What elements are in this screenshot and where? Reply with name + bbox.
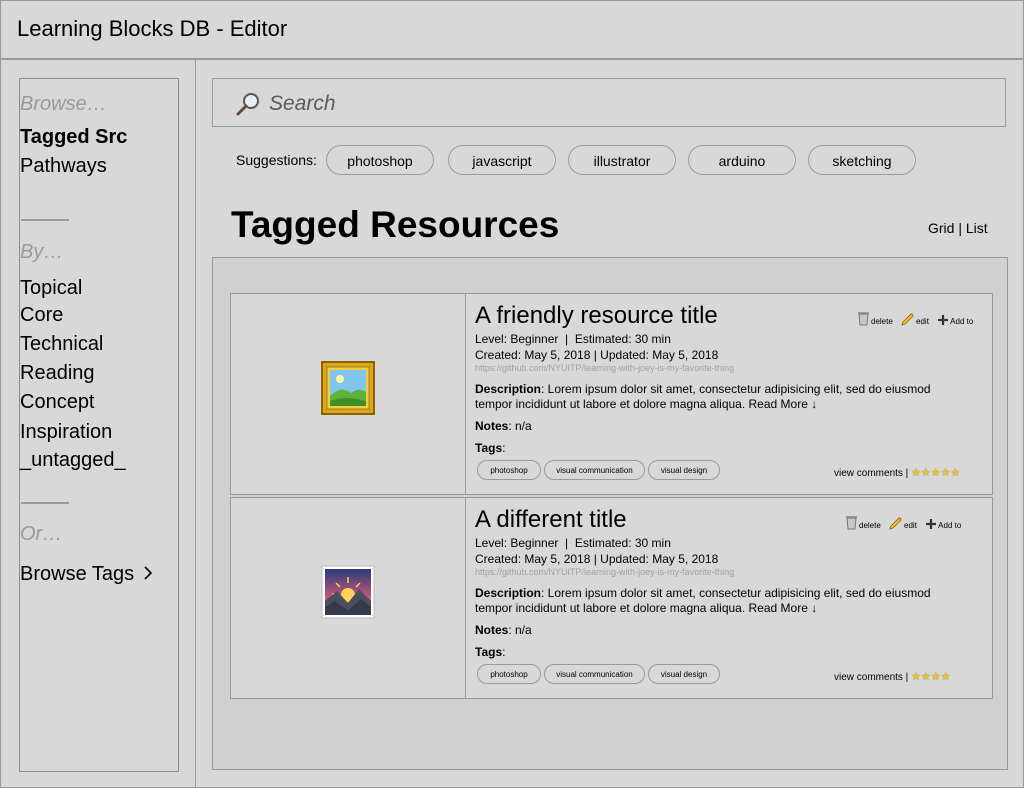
resource-card: A different title Level: Beginner | Esti…	[230, 497, 993, 699]
sidebar-item-untagged[interactable]: _untagged_	[20, 449, 126, 472]
or-heading: Or…	[20, 523, 63, 545]
edit-button[interactable]: edit	[901, 312, 929, 326]
sidebar-item-tagged-src[interactable]: Tagged Src	[20, 126, 127, 149]
resource-thumbnail[interactable]	[231, 498, 466, 698]
sidebar-item-core[interactable]: Core	[20, 304, 63, 327]
resource-card: A friendly resource title Level: Beginne…	[230, 293, 993, 495]
suggestion-chip[interactable]: arduino	[688, 145, 796, 175]
resource-notes: Notes: n/a	[475, 623, 532, 637]
trash-icon	[858, 312, 869, 326]
suggestions-label: Suggestions:	[236, 152, 317, 168]
star-rating: ★★★★★	[911, 467, 961, 479]
resource-comments: view comments | ★★★★	[834, 670, 951, 683]
resource-url[interactable]: https://github.com/NYUITP/learning-with-…	[475, 363, 734, 373]
browse-heading: Browse…	[20, 93, 107, 115]
edit-label: edit	[916, 317, 929, 326]
view-comments-link[interactable]: view comments |	[834, 468, 911, 479]
resource-comments: view comments | ★★★★★	[834, 466, 960, 479]
search-input[interactable]: Search	[212, 78, 1006, 127]
tags-label: Tags	[475, 441, 503, 455]
add-to-label: Add to	[938, 521, 962, 530]
description-label: Description	[475, 586, 542, 600]
tags-colon: :	[502, 441, 506, 455]
pencil-icon	[889, 517, 903, 530]
sidebar-item-inspiration[interactable]: Inspiration	[20, 421, 112, 444]
resource-actions: delete edit Add to	[857, 311, 979, 328]
search-icon	[236, 93, 259, 116]
delete-label: delete	[859, 521, 881, 530]
resource-actions: delete edit Add to	[845, 515, 967, 532]
resource-description: Description: Lorem ipsum dolor sit amet,…	[475, 382, 955, 412]
resource-level: Level: Beginner | Estimated: 30 min	[475, 536, 671, 550]
resource-tags-label: Tags:	[475, 645, 505, 659]
search-placeholder: Search	[269, 92, 336, 115]
tag-chip[interactable]: visual design	[648, 664, 720, 684]
delete-button[interactable]: delete	[845, 515, 881, 530]
notes-label: Notes	[475, 419, 509, 433]
resource-level: Level: Beginner | Estimated: 30 min	[475, 332, 671, 346]
add-to-label: Add to	[950, 317, 974, 326]
title-bar: Learning Blocks DB - Editor	[0, 0, 1024, 60]
tag-chip[interactable]: photoshop	[477, 460, 541, 480]
sidebar-divider-rule	[21, 502, 69, 504]
resource-dates: Created: May 5, 2018 | Updated: May 5, 2…	[475, 552, 719, 566]
tags-label: Tags	[475, 645, 503, 659]
resource-url[interactable]: https://github.com/NYUITP/learning-with-…	[475, 567, 734, 577]
view-toggle: Grid | List	[928, 220, 988, 236]
tag-chip[interactable]: photoshop	[477, 664, 541, 684]
description-text: : Lorem ipsum dolor sit amet, consectetu…	[475, 382, 931, 411]
tag-chip[interactable]: visual communication	[544, 460, 645, 480]
framed-landscape-picture-icon	[321, 361, 375, 415]
sidebar-item-reading[interactable]: Reading	[20, 362, 95, 385]
browse-tags-link[interactable]: Browse Tags	[20, 563, 154, 586]
notes-text: : n/a	[508, 419, 532, 433]
suggestion-chip[interactable]: sketching	[808, 145, 916, 175]
edit-button[interactable]: edit	[889, 516, 917, 530]
sidebar-item-pathways[interactable]: Pathways	[20, 155, 107, 178]
tag-chip[interactable]: visual design	[648, 460, 720, 480]
sidebar-item-topical[interactable]: Topical	[20, 277, 82, 300]
view-separator: |	[954, 220, 966, 236]
trash-icon	[846, 516, 857, 530]
sidebar: Browse… Tagged Src Pathways By… Topical …	[19, 78, 179, 772]
resource-title[interactable]: A friendly resource title	[475, 302, 718, 330]
resource-dates: Created: May 5, 2018 | Updated: May 5, 2…	[475, 348, 719, 362]
notes-label: Notes	[475, 623, 509, 637]
app-title: Learning Blocks DB - Editor	[17, 16, 288, 41]
view-comments-link[interactable]: view comments |	[834, 672, 911, 683]
sidebar-item-concept[interactable]: Concept	[20, 391, 95, 414]
chevron-right-icon	[144, 566, 152, 580]
star-rating: ★★★★	[911, 671, 951, 683]
resource-notes: Notes: n/a	[475, 419, 532, 433]
page-title: Tagged Resources	[231, 204, 560, 245]
suggestion-chip[interactable]: photoshop	[326, 145, 434, 175]
suggestion-chip[interactable]: illustrator	[568, 145, 676, 175]
description-label: Description	[475, 382, 542, 396]
description-text: : Lorem ipsum dolor sit amet, consectetu…	[475, 586, 931, 615]
resource-description: Description: Lorem ipsum dolor sit amet,…	[475, 586, 955, 616]
list-view-link[interactable]: List	[966, 220, 988, 236]
sidebar-divider-rule	[21, 219, 69, 221]
resource-title[interactable]: A different title	[475, 506, 627, 534]
resource-thumbnail[interactable]	[231, 294, 466, 494]
delete-label: delete	[871, 317, 893, 326]
plus-icon	[938, 315, 949, 325]
add-to-button[interactable]: Add to	[937, 314, 973, 326]
suggestion-chip[interactable]: javascript	[448, 145, 556, 175]
grid-view-link[interactable]: Grid	[928, 220, 954, 236]
plus-icon	[926, 519, 937, 529]
resource-tags-label: Tags:	[475, 441, 505, 455]
browse-tags-label: Browse Tags	[20, 563, 135, 585]
sidebar-divider	[195, 60, 196, 788]
tags-colon: :	[502, 645, 506, 659]
delete-button[interactable]: delete	[857, 311, 893, 326]
sidebar-item-technical[interactable]: Technical	[20, 333, 103, 356]
by-heading: By…	[20, 241, 64, 263]
notes-text: : n/a	[508, 623, 532, 637]
sunrise-over-mountains-picture-icon	[321, 565, 375, 619]
add-to-button[interactable]: Add to	[925, 518, 961, 530]
tag-chip[interactable]: visual communication	[544, 664, 645, 684]
pencil-icon	[901, 313, 915, 326]
edit-label: edit	[904, 521, 917, 530]
